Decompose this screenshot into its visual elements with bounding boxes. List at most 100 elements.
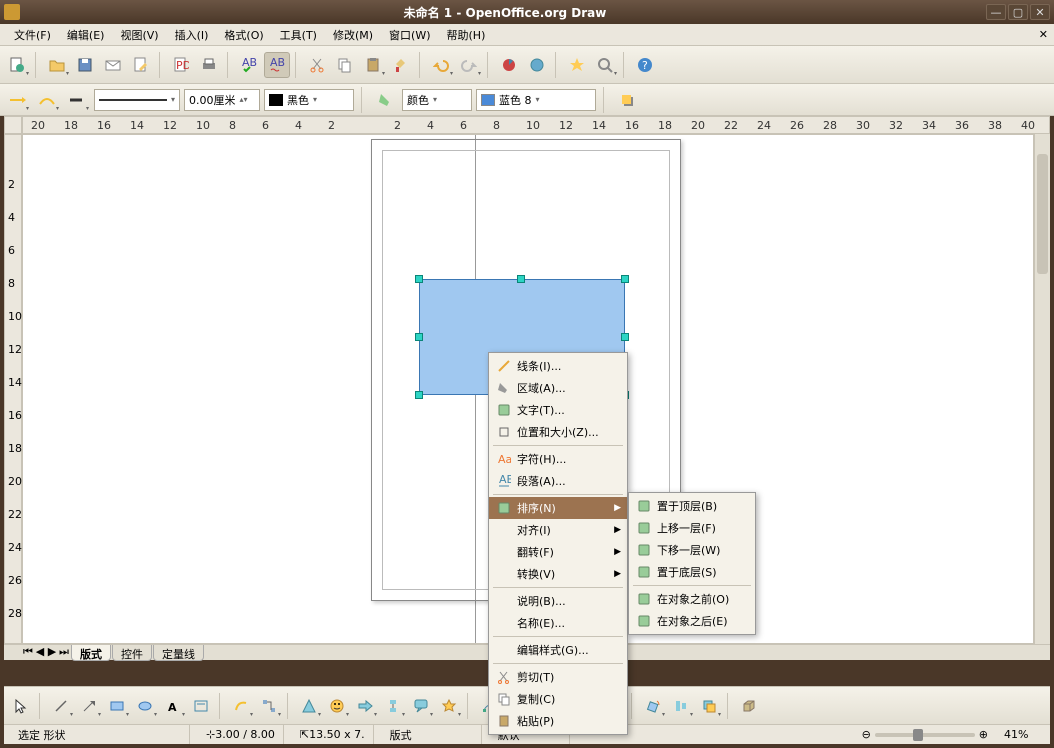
new-button[interactable]: ▾ <box>4 52 30 78</box>
arrow-style-button[interactable]: ▾ <box>4 87 30 113</box>
menu-item[interactable]: 说明(B)... <box>489 590 627 612</box>
open-button[interactable]: ▾ <box>44 52 70 78</box>
paste-button[interactable]: ▾ <box>360 52 386 78</box>
tab-nav-first[interactable]: ⏮ <box>22 645 34 661</box>
help-button[interactable]: ? <box>632 52 658 78</box>
menu-window[interactable]: 窗口(W) <box>381 25 438 45</box>
menu-edit[interactable]: 编辑(E) <box>59 25 113 45</box>
menu-tools[interactable]: 工具(T) <box>272 25 325 45</box>
basic-shapes-tool[interactable]: ▾ <box>296 693 322 719</box>
menu-item[interactable]: 置于顶层(B) <box>629 495 755 517</box>
tab-nav-prev[interactable]: ◀ <box>34 645 46 661</box>
align-tool[interactable]: ▾ <box>668 693 694 719</box>
zoom-button[interactable]: ▾ <box>592 52 618 78</box>
menu-item[interactable]: 位置和大小(Z)... <box>489 421 627 443</box>
text-tool[interactable]: A▾ <box>160 693 186 719</box>
menu-item[interactable]: 区域(A)... <box>489 377 627 399</box>
menu-item[interactable]: 排序(N)▶ <box>489 497 627 519</box>
arrange-tool[interactable]: ▾ <box>696 693 722 719</box>
menu-item[interactable]: 转换(V)▶ <box>489 563 627 585</box>
ruler-horizontal[interactable]: 2018161412108642246810121416182022242628… <box>22 116 1050 134</box>
navigator-button[interactable] <box>564 52 590 78</box>
menu-item[interactable]: 在对象之前(O) <box>629 588 755 610</box>
export-pdf-button[interactable]: PDF <box>168 52 194 78</box>
menu-modify[interactable]: 修改(M) <box>325 25 381 45</box>
pointer-tool[interactable] <box>8 693 34 719</box>
line-cap-button[interactable]: ▾ <box>64 87 90 113</box>
undo-button[interactable]: ▾ <box>428 52 454 78</box>
handle-nw[interactable] <box>415 275 423 283</box>
menu-item[interactable]: 对齐(I)▶ <box>489 519 627 541</box>
tab-controls[interactable]: 控件 <box>112 645 152 661</box>
handle-sw[interactable] <box>415 391 423 399</box>
menu-item[interactable]: 翻转(F)▶ <box>489 541 627 563</box>
tab-dimensionlines[interactable]: 定量线 <box>153 645 204 661</box>
curve-button[interactable]: ▾ <box>34 87 60 113</box>
stars-tool[interactable]: ▾ <box>436 693 462 719</box>
menu-item[interactable]: Aa字符(H)... <box>489 448 627 470</box>
zoom-in-icon[interactable]: ⊕ <box>979 728 988 741</box>
menu-item[interactable]: 剪切(T) <box>489 666 627 688</box>
minimize-button[interactable]: — <box>986 4 1006 20</box>
menu-item[interactable]: 下移一层(W) <box>629 539 755 561</box>
flowchart-tool[interactable]: ▾ <box>380 693 406 719</box>
email-button[interactable] <box>100 52 126 78</box>
menu-item[interactable]: 编辑样式(G)... <box>489 639 627 661</box>
spellcheck-button[interactable]: ABC <box>236 52 262 78</box>
line-style-combo[interactable]: ▾ <box>94 89 180 111</box>
redo-button[interactable]: ▾ <box>456 52 482 78</box>
textbox-tool[interactable] <box>188 693 214 719</box>
connector-tool[interactable]: ▾ <box>256 693 282 719</box>
zoom-slider[interactable]: ⊖ ⊕ <box>862 728 988 741</box>
area-button[interactable] <box>372 87 398 113</box>
menu-item[interactable]: 线条(I)... <box>489 355 627 377</box>
tab-nav-last[interactable]: ⏭ <box>58 645 70 661</box>
menu-item[interactable]: 名称(E)... <box>489 612 627 634</box>
symbol-shapes-tool[interactable]: ▾ <box>324 693 350 719</box>
menu-item[interactable]: 上移一层(F) <box>629 517 755 539</box>
zoom-out-icon[interactable]: ⊖ <box>862 728 871 741</box>
chart-button[interactable] <box>496 52 522 78</box>
arrow-tool[interactable]: ▾ <box>76 693 102 719</box>
extrusion-tool[interactable] <box>736 693 762 719</box>
tab-layout[interactable]: 版式 <box>71 645 111 661</box>
status-zoom[interactable]: 41% <box>996 725 1044 744</box>
menu-format[interactable]: 格式(O) <box>216 25 271 45</box>
handle-ne[interactable] <box>621 275 629 283</box>
rectangle-tool[interactable]: ▾ <box>104 693 130 719</box>
menu-item[interactable]: 复制(C) <box>489 688 627 710</box>
vertical-scrollbar[interactable] <box>1034 134 1050 644</box>
tab-nav-next[interactable]: ▶ <box>46 645 58 661</box>
cut-button[interactable] <box>304 52 330 78</box>
block-arrows-tool[interactable]: ▾ <box>352 693 378 719</box>
fill-type-combo[interactable]: 颜色▾ <box>402 89 472 111</box>
rotate-tool[interactable]: ▾ <box>640 693 666 719</box>
menu-item[interactable]: 文字(T)... <box>489 399 627 421</box>
menubar-close-doc[interactable]: ✕ <box>1039 28 1048 41</box>
menu-file[interactable]: 文件(F) <box>6 25 59 45</box>
maximize-button[interactable]: ▢ <box>1008 4 1028 20</box>
callouts-tool[interactable]: ▾ <box>408 693 434 719</box>
handle-e[interactable] <box>621 333 629 341</box>
menu-item[interactable]: ABC段落(A)... <box>489 470 627 492</box>
edit-doc-button[interactable] <box>128 52 154 78</box>
hyperlink-button[interactable] <box>524 52 550 78</box>
menu-item[interactable]: 置于底层(S) <box>629 561 755 583</box>
line-width-field[interactable]: 0.00厘米▴▾ <box>184 89 260 111</box>
line-color-combo[interactable]: 黑色▾ <box>264 89 354 111</box>
handle-n[interactable] <box>517 275 525 283</box>
ellipse-tool[interactable]: ▾ <box>132 693 158 719</box>
copy-button[interactable] <box>332 52 358 78</box>
print-button[interactable] <box>196 52 222 78</box>
save-button[interactable] <box>72 52 98 78</box>
autospell-button[interactable]: ABC <box>264 52 290 78</box>
format-paintbrush-button[interactable] <box>388 52 414 78</box>
menu-item[interactable]: 在对象之后(E) <box>629 610 755 632</box>
line-tool[interactable]: ▾ <box>48 693 74 719</box>
ruler-vertical[interactable]: 246810121416182022242628 <box>4 134 22 644</box>
shadow-button[interactable] <box>614 87 640 113</box>
fill-color-combo[interactable]: 蓝色 8▾ <box>476 89 596 111</box>
menu-item[interactable]: 粘贴(P) <box>489 710 627 732</box>
menu-view[interactable]: 视图(V) <box>112 25 166 45</box>
close-button[interactable]: ✕ <box>1030 4 1050 20</box>
